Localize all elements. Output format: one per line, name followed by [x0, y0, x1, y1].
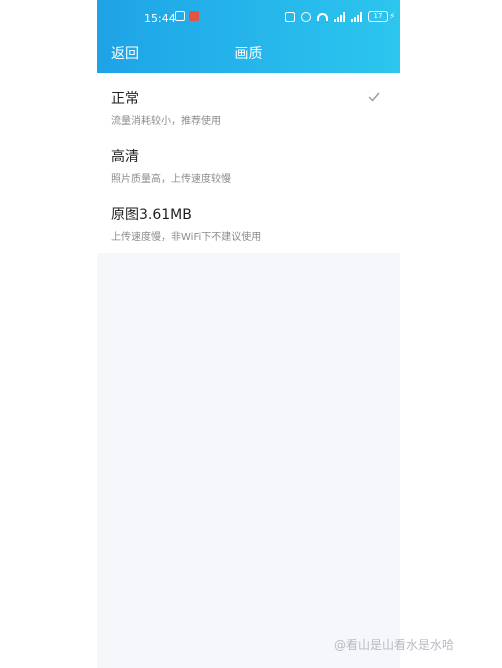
battery-icon: 17 ⚡ [368, 11, 395, 22]
charging-icon: ⚡ [389, 11, 396, 22]
signal-icon [334, 11, 345, 22]
page: 15:44 17 ⚡ 返回 画质 正常 流量消耗较小，推荐使用 高清 照片质量高… [0, 0, 502, 668]
option-hd[interactable]: 高清 照片质量高，上传速度较慢 [97, 131, 400, 189]
option-description: 上传速度慢，非WiFi下不建议使用 [111, 232, 262, 243]
quality-options-list: 正常 流量消耗较小，推荐使用 高清 照片质量高，上传速度较慢 原图3.61MB … [97, 73, 400, 253]
option-normal[interactable]: 正常 流量消耗较小，推荐使用 [97, 73, 400, 131]
signal-icon-2 [351, 11, 362, 22]
app-notification-icon [189, 11, 199, 21]
status-time: 15:44 [144, 12, 176, 25]
checkmark-icon [368, 92, 380, 102]
status-bar: 15:44 17 ⚡ [97, 8, 400, 30]
phone-screen: 15:44 17 ⚡ 返回 画质 正常 流量消耗较小，推荐使用 高清 照片质量高… [97, 0, 400, 668]
option-original[interactable]: 原图3.61MB 上传速度慢，非WiFi下不建议使用 [97, 189, 400, 247]
option-description: 照片质量高，上传速度较慢 [111, 174, 231, 185]
wifi-icon [317, 12, 328, 21]
page-title: 画质 [234, 46, 263, 62]
nfc-icon [285, 11, 295, 22]
option-title: 原图3.61MB [111, 207, 192, 223]
watermark: @看山是山看水是水哈 [334, 638, 455, 652]
notification-icons [175, 11, 199, 21]
battery-level: 17 [368, 11, 388, 22]
option-title: 高清 [111, 149, 139, 165]
status-icons: 17 ⚡ [285, 11, 395, 22]
alarm-icon [301, 11, 311, 22]
telegram-icon [175, 11, 185, 21]
option-title: 正常 [111, 91, 139, 107]
app-header: 15:44 17 ⚡ 返回 画质 [97, 0, 400, 73]
option-description: 流量消耗较小，推荐使用 [111, 116, 221, 127]
